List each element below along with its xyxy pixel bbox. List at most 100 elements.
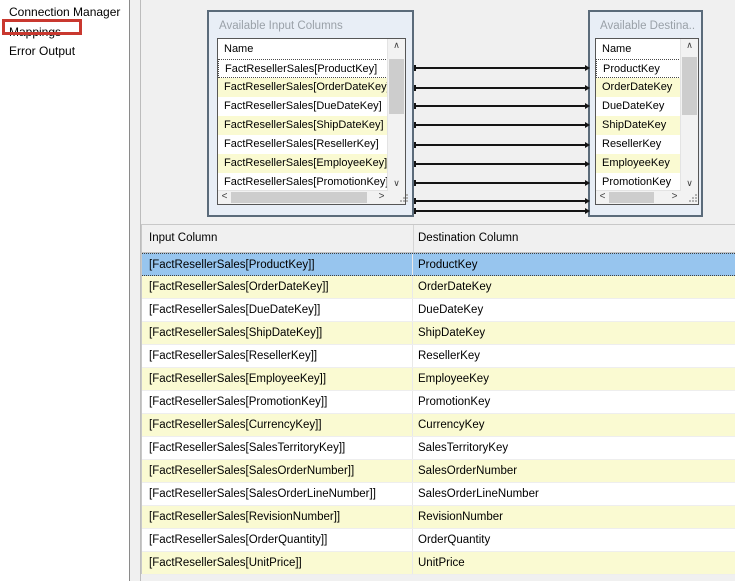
available-input-columns-title: Available Input Columns — [219, 20, 407, 32]
scrollbar-thumb[interactable] — [231, 192, 367, 203]
page-list-sidebar: Connection Manager Mappings Error Output — [0, 0, 130, 581]
destination-column-item[interactable]: ProductKey — [596, 59, 681, 78]
sidebar-item[interactable]: Connection Manager — [0, 3, 129, 23]
destination-column-item[interactable]: ShipDateKey — [596, 116, 681, 135]
mapping-connector-line[interactable] — [414, 87, 588, 89]
scroll-right-icon[interactable]: > — [668, 191, 681, 204]
input-column-cell[interactable]: [FactResellerSales[EmployeeKey]] — [142, 368, 413, 390]
mapping-row[interactable]: [FactResellerSales[ShipDateKey]] ShipDat… — [142, 322, 735, 345]
destination-columns-list: Name ProductKey OrderDateKey DueDateKey … — [595, 38, 699, 205]
sidebar-item[interactable]: Error Output — [0, 42, 129, 62]
input-column-cell[interactable]: [FactResellerSales[SalesTerritoryKey]] — [142, 437, 413, 459]
scroll-up-icon[interactable]: ∧ — [388, 39, 405, 53]
mapping-connector-line[interactable] — [414, 105, 588, 107]
destination-column-cell[interactable]: SalesTerritoryKey — [413, 437, 735, 459]
input-column-cell[interactable]: [FactResellerSales[SalesOrderLineNumber]… — [142, 483, 413, 505]
scrollbar-thumb[interactable] — [609, 192, 654, 203]
input-column-item[interactable]: FactResellerSales[OrderDateKey] — [218, 78, 388, 97]
mapping-row[interactable]: [FactResellerSales[CurrencyKey]] Currenc… — [142, 414, 735, 437]
input-column-item[interactable]: FactResellerSales[ShipDateKey] — [218, 116, 388, 135]
destination-column-cell[interactable]: ResellerKey — [413, 345, 735, 367]
mapping-row[interactable]: [FactResellerSales[UnitPrice]] UnitPrice — [142, 552, 735, 575]
input-column-cell[interactable]: [FactResellerSales[DueDateKey]] — [142, 299, 413, 321]
destination-column-cell[interactable]: EmployeeKey — [413, 368, 735, 390]
input-column-item[interactable]: FactResellerSales[EmployeeKey] — [218, 154, 388, 173]
input-column-cell[interactable]: [FactResellerSales[UnitPrice]] — [142, 552, 413, 574]
input-column-item[interactable]: FactResellerSales[PromotionKey] — [218, 173, 388, 191]
destination-column-header: Destination Column — [418, 225, 518, 252]
scroll-left-icon[interactable]: < — [218, 191, 231, 204]
horizontal-scrollbar[interactable]: < > — [218, 190, 388, 204]
scrollbar-thumb[interactable] — [682, 57, 697, 115]
input-column-item[interactable]: FactResellerSales[ResellerKey] — [218, 135, 388, 154]
destination-column-cell[interactable]: RevisionNumber — [413, 506, 735, 528]
input-column-cell[interactable]: [FactResellerSales[ShipDateKey]] — [142, 322, 413, 344]
mapping-row[interactable]: [FactResellerSales[ResellerKey]] Reselle… — [142, 345, 735, 368]
destination-column-item[interactable]: PromotionKey — [596, 173, 681, 191]
mapping-connector-line[interactable] — [414, 124, 588, 126]
available-input-columns-box[interactable]: Available Input Columns Name FactReselle… — [207, 10, 414, 217]
input-column-cell[interactable]: [FactResellerSales[SalesOrderNumber]] — [142, 460, 413, 482]
mapping-connector-line[interactable] — [414, 200, 588, 202]
input-column-cell[interactable]: [FactResellerSales[OrderQuantity]] — [142, 529, 413, 551]
name-column-header: Name — [596, 39, 681, 59]
destination-column-cell[interactable]: CurrencyKey — [413, 414, 735, 436]
mapping-row[interactable]: [FactResellerSales[SalesOrderLineNumber]… — [142, 483, 735, 506]
input-column-item[interactable]: FactResellerSales[ProductKey] — [218, 59, 388, 78]
mapping-row[interactable]: [FactResellerSales[ProductKey]] ProductK… — [142, 253, 735, 276]
scroll-down-icon[interactable]: ∨ — [681, 177, 698, 191]
horizontal-scrollbar[interactable]: < > — [596, 190, 681, 204]
scroll-down-icon[interactable]: ∨ — [388, 177, 405, 191]
scrollbar-corner — [388, 191, 405, 204]
mapping-row[interactable]: [FactResellerSales[DueDateKey]] DueDateK… — [142, 299, 735, 322]
input-column-cell[interactable]: [FactResellerSales[ResellerKey]] — [142, 345, 413, 367]
scrollbar-corner — [681, 191, 698, 204]
mapping-connector-line[interactable] — [414, 182, 588, 184]
mapping-row[interactable]: [FactResellerSales[OrderQuantity]] Order… — [142, 529, 735, 552]
resize-grip-icon[interactable] — [695, 200, 697, 202]
scroll-right-icon[interactable]: > — [375, 191, 388, 204]
destination-column-item[interactable]: EmployeeKey — [596, 154, 681, 173]
available-destination-columns-box[interactable]: Available Destina... Name ProductKey Ord… — [588, 10, 703, 217]
vertical-scrollbar[interactable]: ∧ ∨ — [387, 39, 405, 191]
mapping-row[interactable]: [FactResellerSales[SalesOrderNumber]] Sa… — [142, 460, 735, 483]
input-column-cell[interactable]: [FactResellerSales[OrderDateKey]] — [142, 276, 413, 298]
destination-column-cell[interactable]: ShipDateKey — [413, 322, 735, 344]
input-column-cell[interactable]: [FactResellerSales[PromotionKey]] — [142, 391, 413, 413]
destination-column-cell[interactable]: PromotionKey — [413, 391, 735, 413]
mapping-row[interactable]: [FactResellerSales[PromotionKey]] Promot… — [142, 391, 735, 414]
destination-column-cell[interactable]: UnitPrice — [413, 552, 735, 574]
destination-columns-rows: ProductKey OrderDateKey DueDateKey ShipD… — [596, 59, 681, 191]
scroll-up-icon[interactable]: ∧ — [681, 39, 698, 53]
mapping-row[interactable]: [FactResellerSales[OrderDateKey]] OrderD… — [142, 276, 735, 299]
vertical-scrollbar[interactable]: ∧ ∨ — [680, 39, 698, 191]
input-columns-list: Name FactResellerSales[ProductKey] FactR… — [217, 38, 406, 205]
mapping-connector-line[interactable] — [414, 210, 588, 212]
destination-column-cell[interactable]: SalesOrderNumber — [413, 460, 735, 482]
input-column-item[interactable]: FactResellerSales[DueDateKey] — [218, 97, 388, 116]
mapping-row[interactable]: [FactResellerSales[RevisionNumber]] Revi… — [142, 506, 735, 529]
mapping-connector-line[interactable] — [414, 67, 588, 69]
name-column-header: Name — [218, 39, 388, 59]
mapping-connector-line[interactable] — [414, 163, 588, 165]
scrollbar-thumb[interactable] — [389, 59, 404, 114]
input-column-cell[interactable]: [FactResellerSales[CurrencyKey]] — [142, 414, 413, 436]
destination-column-cell[interactable]: ProductKey — [413, 254, 735, 275]
scroll-left-icon[interactable]: < — [596, 191, 609, 204]
mapping-connector-line[interactable] — [414, 144, 588, 146]
mapping-row[interactable]: [FactResellerSales[SalesTerritoryKey]] S… — [142, 437, 735, 460]
resize-grip-icon[interactable] — [406, 200, 408, 202]
sidebar-item[interactable]: Mappings — [0, 23, 129, 43]
destination-column-cell[interactable]: OrderDateKey — [413, 276, 735, 298]
mapping-row[interactable]: [FactResellerSales[EmployeeKey]] Employe… — [142, 368, 735, 391]
destination-column-item[interactable]: ResellerKey — [596, 135, 681, 154]
destination-column-cell[interactable]: OrderQuantity — [413, 529, 735, 551]
input-column-cell[interactable]: [FactResellerSales[ProductKey]] — [142, 254, 413, 275]
destination-column-item[interactable]: OrderDateKey — [596, 78, 681, 97]
destination-column-cell[interactable]: SalesOrderLineNumber — [413, 483, 735, 505]
destination-column-item[interactable]: DueDateKey — [596, 97, 681, 116]
available-destination-columns-title: Available Destina... — [600, 20, 696, 32]
mappings-editor-page: Connection Manager Mappings Error Output… — [0, 0, 735, 581]
input-column-cell[interactable]: [FactResellerSales[RevisionNumber]] — [142, 506, 413, 528]
destination-column-cell[interactable]: DueDateKey — [413, 299, 735, 321]
